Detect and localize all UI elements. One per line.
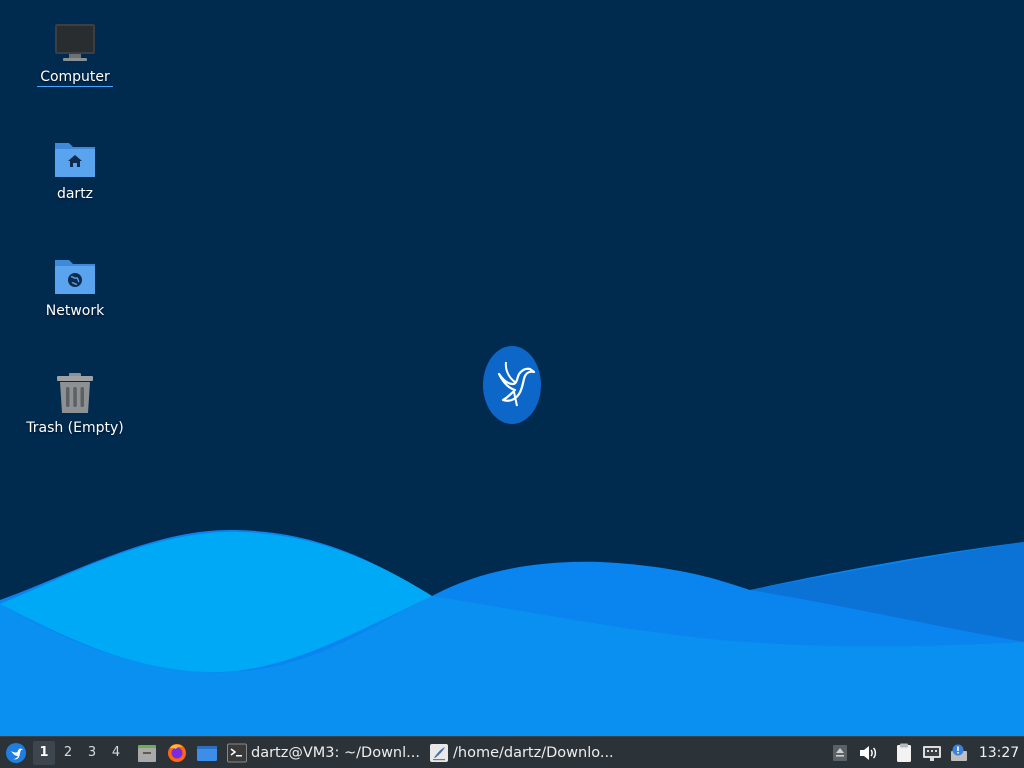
terminal-icon <box>227 743 247 762</box>
workspace-3[interactable]: 3 <box>81 741 103 765</box>
home-folder-icon <box>55 143 95 177</box>
text-editor-icon <box>430 743 448 762</box>
desktop-icon-label: Computer <box>37 68 113 87</box>
desktop-icon-network[interactable]: Network <box>20 252 130 320</box>
eject-drive-icon <box>833 744 847 761</box>
file-manager-launcher[interactable] <box>133 738 161 768</box>
workspace-4[interactable]: 4 <box>105 741 127 765</box>
task-label: dartz@VM3: ~/Downl... <box>251 744 420 761</box>
taskbar: 1 2 3 4 dartz@VM3: ~/Downl... /home/dart… <box>0 736 1024 768</box>
speaker-icon <box>860 745 877 760</box>
tray-removable-drive[interactable] <box>826 738 854 768</box>
desktop-icon-home[interactable]: dartz <box>20 135 130 203</box>
tray-updates[interactable] <box>946 738 974 768</box>
file-manager-icon <box>138 744 156 762</box>
desktop-icon-label: dartz <box>56 186 94 202</box>
network-folder-icon <box>55 260 95 294</box>
trash-icon <box>57 373 93 413</box>
clock[interactable]: 13:27 <box>974 738 1024 768</box>
firefox-launcher[interactable] <box>163 738 191 768</box>
tray-network[interactable] <box>918 738 946 768</box>
task-label: /home/dartz/Downlo... <box>453 744 614 761</box>
network-wired-icon <box>923 745 941 761</box>
show-desktop-button[interactable] <box>193 738 221 768</box>
desktop-icon-label: Trash (Empty) <box>26 420 124 436</box>
desktop-icon-computer[interactable]: Computer <box>20 18 130 87</box>
desktop-icon-trash[interactable]: Trash (Empty) <box>20 369 130 437</box>
update-notification-icon <box>951 744 967 761</box>
desktop-icon-label: Network <box>45 303 105 319</box>
tray-volume[interactable] <box>854 738 882 768</box>
workspace-1[interactable]: 1 <box>33 740 55 765</box>
show-desktop-icon <box>197 745 217 761</box>
task-text-editor[interactable]: /home/dartz/Downlo... <box>427 738 625 768</box>
xubuntu-menu-icon <box>6 742 26 763</box>
tray-clipboard[interactable] <box>890 738 918 768</box>
task-terminal[interactable]: dartz@VM3: ~/Downl... <box>225 738 427 768</box>
monitor-icon <box>55 24 95 61</box>
firefox-icon <box>168 743 186 762</box>
clipboard-icon <box>897 743 911 762</box>
workspace-2[interactable]: 2 <box>57 741 79 765</box>
whisker-menu-button[interactable] <box>1 738 31 768</box>
xubuntu-bird-logo <box>483 346 541 424</box>
desktop[interactable]: Computer dartz Network Trash (Empty) 1 2… <box>0 0 1024 768</box>
